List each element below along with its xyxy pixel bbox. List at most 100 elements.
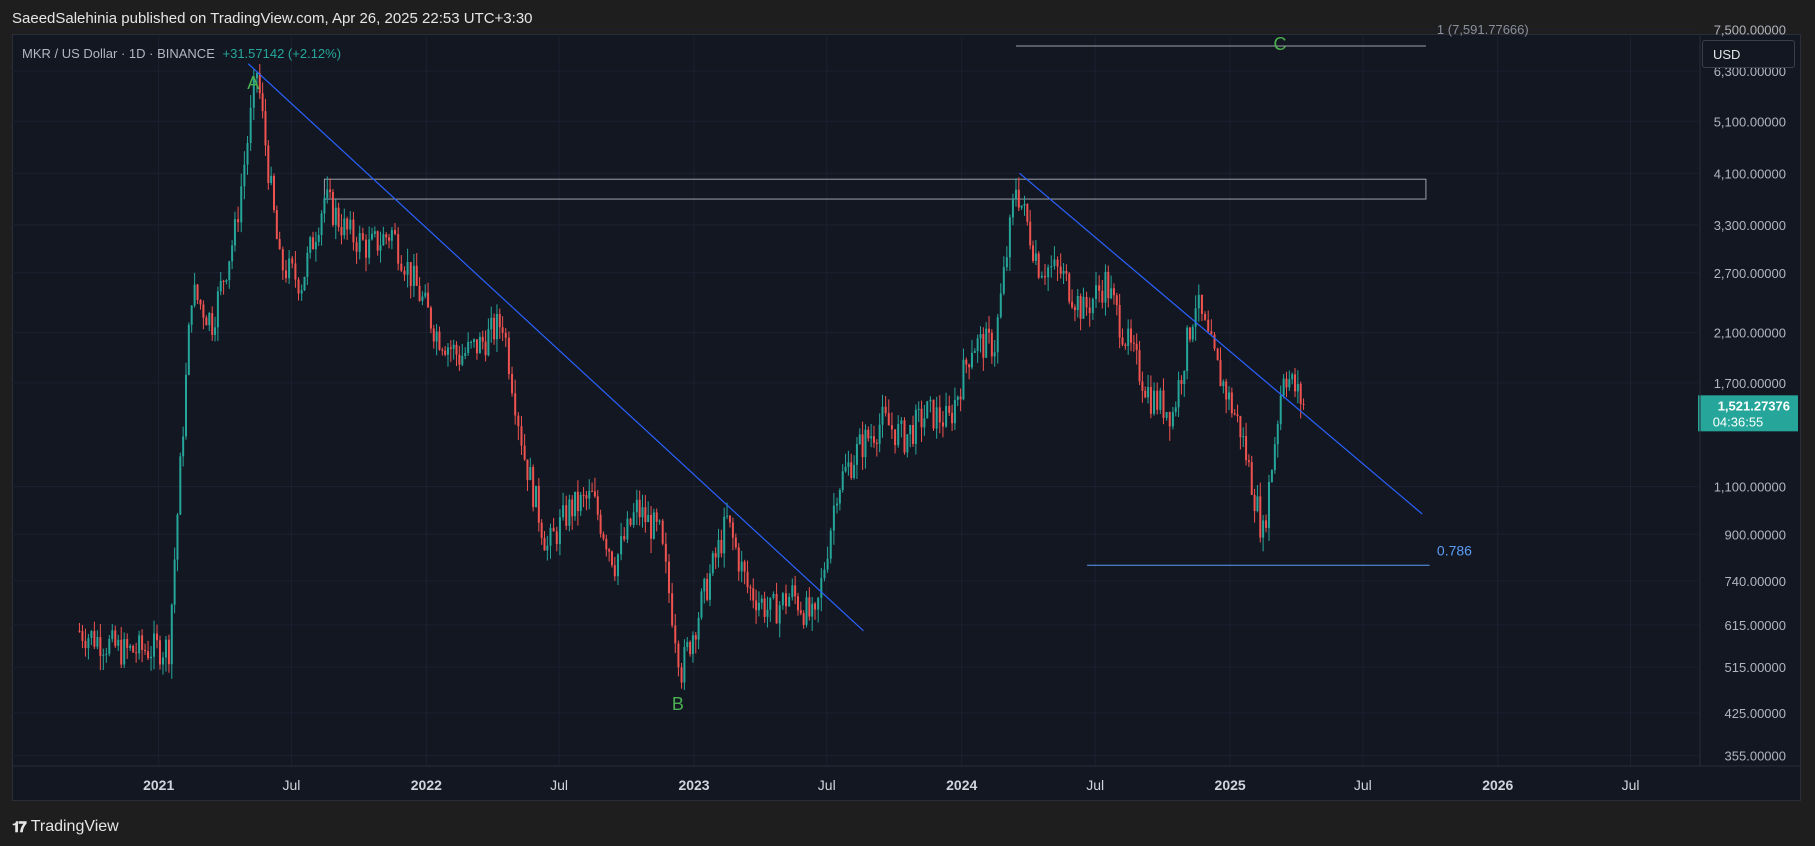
up-candle <box>153 633 156 657</box>
down-candle <box>418 285 421 301</box>
price-tick-label: 515.00000 <box>1725 660 1786 675</box>
up-candle <box>900 420 903 425</box>
up-candle <box>1110 288 1113 299</box>
resistance-zone-box <box>323 178 1427 200</box>
up-candle <box>190 305 193 325</box>
down-candle <box>948 406 951 413</box>
down-candle <box>689 642 692 655</box>
time-tick-label: Jul <box>1086 777 1104 793</box>
up-candle <box>379 245 382 251</box>
wave-label-a: A <box>247 73 259 93</box>
down-candle <box>1285 378 1288 388</box>
down-candle <box>752 588 755 601</box>
price-axis: 7,500.000006,300.000005,100.000004,100.0… <box>1699 23 1786 766</box>
up-candle <box>853 464 856 478</box>
up-candle <box>306 252 309 277</box>
up-candle <box>225 280 228 282</box>
down-candle <box>1250 462 1253 495</box>
down-candle <box>523 445 526 460</box>
down-candle <box>1149 387 1152 414</box>
time-tick-label: Jul <box>282 777 300 793</box>
down-candle <box>1032 245 1035 261</box>
time-tick-label: Jul <box>1354 777 1372 793</box>
up-candle <box>1165 412 1168 418</box>
currency-button[interactable]: USD <box>1702 40 1795 68</box>
up-candle <box>105 653 108 655</box>
down-candle <box>596 496 599 515</box>
up-candle <box>923 418 926 428</box>
up-candle <box>138 635 141 654</box>
down-candle <box>775 593 778 624</box>
down-candle <box>1247 460 1250 463</box>
down-candle <box>887 413 890 426</box>
up-candle <box>424 292 427 297</box>
trendline <box>1019 172 1423 515</box>
down-candle <box>388 237 391 241</box>
price-tick-label: 2,700.00000 <box>1714 266 1786 281</box>
down-candle <box>802 613 805 625</box>
up-candle <box>641 507 644 518</box>
candle-series <box>78 63 1305 690</box>
down-candle <box>799 610 802 614</box>
up-candle <box>847 462 850 467</box>
wave-label-b: B <box>672 694 684 714</box>
up-candle <box>368 239 371 258</box>
up-candle <box>1076 296 1079 311</box>
up-candle <box>711 553 714 574</box>
down-candle <box>427 292 430 308</box>
down-candle <box>1085 296 1088 308</box>
time-tick-label: 2021 <box>143 777 174 793</box>
down-candle <box>331 191 334 225</box>
tradingview-logo[interactable]: 𝟏𝟕 TradingView <box>12 818 119 836</box>
down-candle <box>409 262 412 287</box>
up-candle <box>844 466 847 472</box>
up-candle <box>228 261 231 281</box>
up-candle <box>1159 390 1162 410</box>
up-candle <box>421 296 424 301</box>
annotations: 1 (7,591.77666) 0.786 A B C 1,521.2737604:36:… <box>247 22 1798 714</box>
time-tick-label: 2025 <box>1215 777 1246 793</box>
down-candle <box>763 598 766 617</box>
down-candle <box>714 553 717 558</box>
down-candle <box>571 499 574 517</box>
down-candle <box>667 561 670 594</box>
up-candle <box>820 578 823 598</box>
up-candle <box>1174 407 1177 413</box>
up-candle <box>490 317 493 330</box>
down-candle <box>872 436 875 443</box>
down-candle <box>755 600 758 611</box>
up-candle <box>823 569 826 579</box>
price-tick-label: 900.00000 <box>1725 527 1786 542</box>
up-candle <box>529 467 532 481</box>
trendlines <box>247 45 1430 632</box>
last-price-value: 1,521.27376 <box>1718 398 1790 413</box>
down-candle <box>532 467 535 508</box>
down-candle <box>1233 413 1236 415</box>
up-candle <box>358 233 361 252</box>
up-candle <box>1002 267 1005 294</box>
up-candle <box>549 527 552 546</box>
down-candle <box>222 280 225 282</box>
down-candle <box>135 652 138 654</box>
up-candle <box>495 314 498 340</box>
up-candle <box>1194 308 1197 327</box>
fib-level-1-label: 1 (7,591.77666) <box>1437 22 1529 37</box>
down-candle <box>365 239 368 258</box>
up-candle <box>382 234 385 246</box>
up-candle <box>187 324 190 375</box>
up-candle <box>985 328 988 358</box>
up-candle <box>935 407 938 429</box>
up-candle <box>1256 496 1259 512</box>
up-candle <box>184 374 187 437</box>
down-candle <box>677 643 680 668</box>
down-candle <box>593 491 596 497</box>
down-candle <box>281 249 284 271</box>
price-chart[interactable]: 1 (7,591.77666) 0.786 A B C 1,521.2737604:36:… <box>0 0 1815 846</box>
down-candle <box>1124 344 1127 346</box>
down-candle <box>610 551 613 566</box>
up-candle <box>320 213 323 235</box>
down-candle <box>808 597 811 617</box>
up-candle <box>970 352 973 368</box>
up-candle <box>1011 199 1014 218</box>
up-candle <box>817 597 820 610</box>
